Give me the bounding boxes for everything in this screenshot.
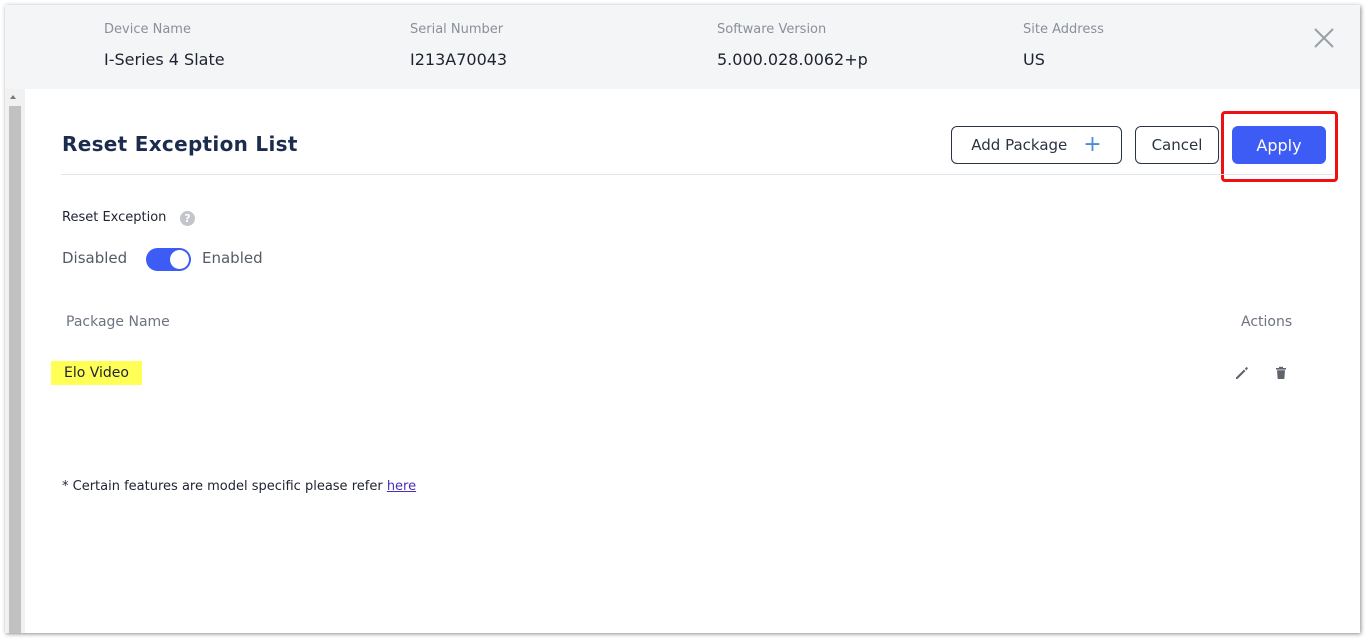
- device-detail-panel: Device Name I-Series 4 Slate Serial Numb…: [5, 5, 1360, 633]
- model-specific-footnote: * Certain features are model specific pl…: [62, 478, 416, 496]
- device-name-label: Device Name: [104, 22, 191, 37]
- reset-exception-label: Reset Exception: [62, 210, 167, 225]
- add-package-button[interactable]: Add Package +: [951, 126, 1122, 164]
- delete-button[interactable]: [1273, 365, 1289, 381]
- site-address-value: US: [1023, 50, 1045, 69]
- plus-icon: +: [1083, 132, 1102, 157]
- vertical-scrollbar[interactable]: [5, 89, 25, 633]
- title-divider: [61, 174, 1333, 175]
- serial-number-label: Serial Number: [410, 22, 504, 37]
- delete-icon: [1276, 366, 1286, 379]
- device-name-value: I-Series 4 Slate: [104, 50, 225, 69]
- help-icon[interactable]: ?: [180, 211, 195, 226]
- software-version-value: 5.000.028.0062+p: [717, 50, 868, 69]
- toggle-disabled-label: Disabled: [62, 249, 128, 267]
- scrollbar-thumb[interactable]: [9, 106, 21, 633]
- edit-icon: [1236, 367, 1248, 379]
- device-name-field: Device Name I-Series 4 Slate: [104, 22, 225, 70]
- reset-exception-toggle[interactable]: [146, 248, 191, 271]
- page-title: Reset Exception List: [62, 132, 298, 156]
- package-name-cell: Elo Video: [51, 361, 142, 385]
- footnote-here-link[interactable]: here: [387, 479, 416, 494]
- toggle-knob: [170, 250, 189, 269]
- site-address-label: Site Address: [1023, 22, 1104, 37]
- apply-button[interactable]: Apply: [1232, 126, 1326, 164]
- edit-button[interactable]: [1234, 365, 1250, 381]
- serial-number-field: Serial Number I213A70043: [410, 22, 507, 70]
- add-package-label: Add Package: [971, 136, 1068, 154]
- close-button[interactable]: [1311, 25, 1337, 51]
- device-info-header: Device Name I-Series 4 Slate Serial Numb…: [5, 5, 1360, 89]
- scroll-up-arrow-icon[interactable]: [10, 95, 16, 99]
- software-version-label: Software Version: [717, 22, 827, 37]
- site-address-field: Site Address US: [1023, 22, 1104, 70]
- column-header-package-name: Package Name: [66, 314, 170, 330]
- toggle-enabled-label: Enabled: [202, 249, 263, 267]
- footnote-text: * Certain features are model specific pl…: [62, 479, 383, 494]
- column-header-actions: Actions: [1241, 314, 1293, 330]
- software-version-field: Software Version 5.000.028.0062+p: [717, 22, 868, 70]
- serial-number-value: I213A70043: [410, 50, 508, 69]
- close-icon: [1314, 28, 1334, 48]
- cancel-button[interactable]: Cancel: [1135, 126, 1219, 164]
